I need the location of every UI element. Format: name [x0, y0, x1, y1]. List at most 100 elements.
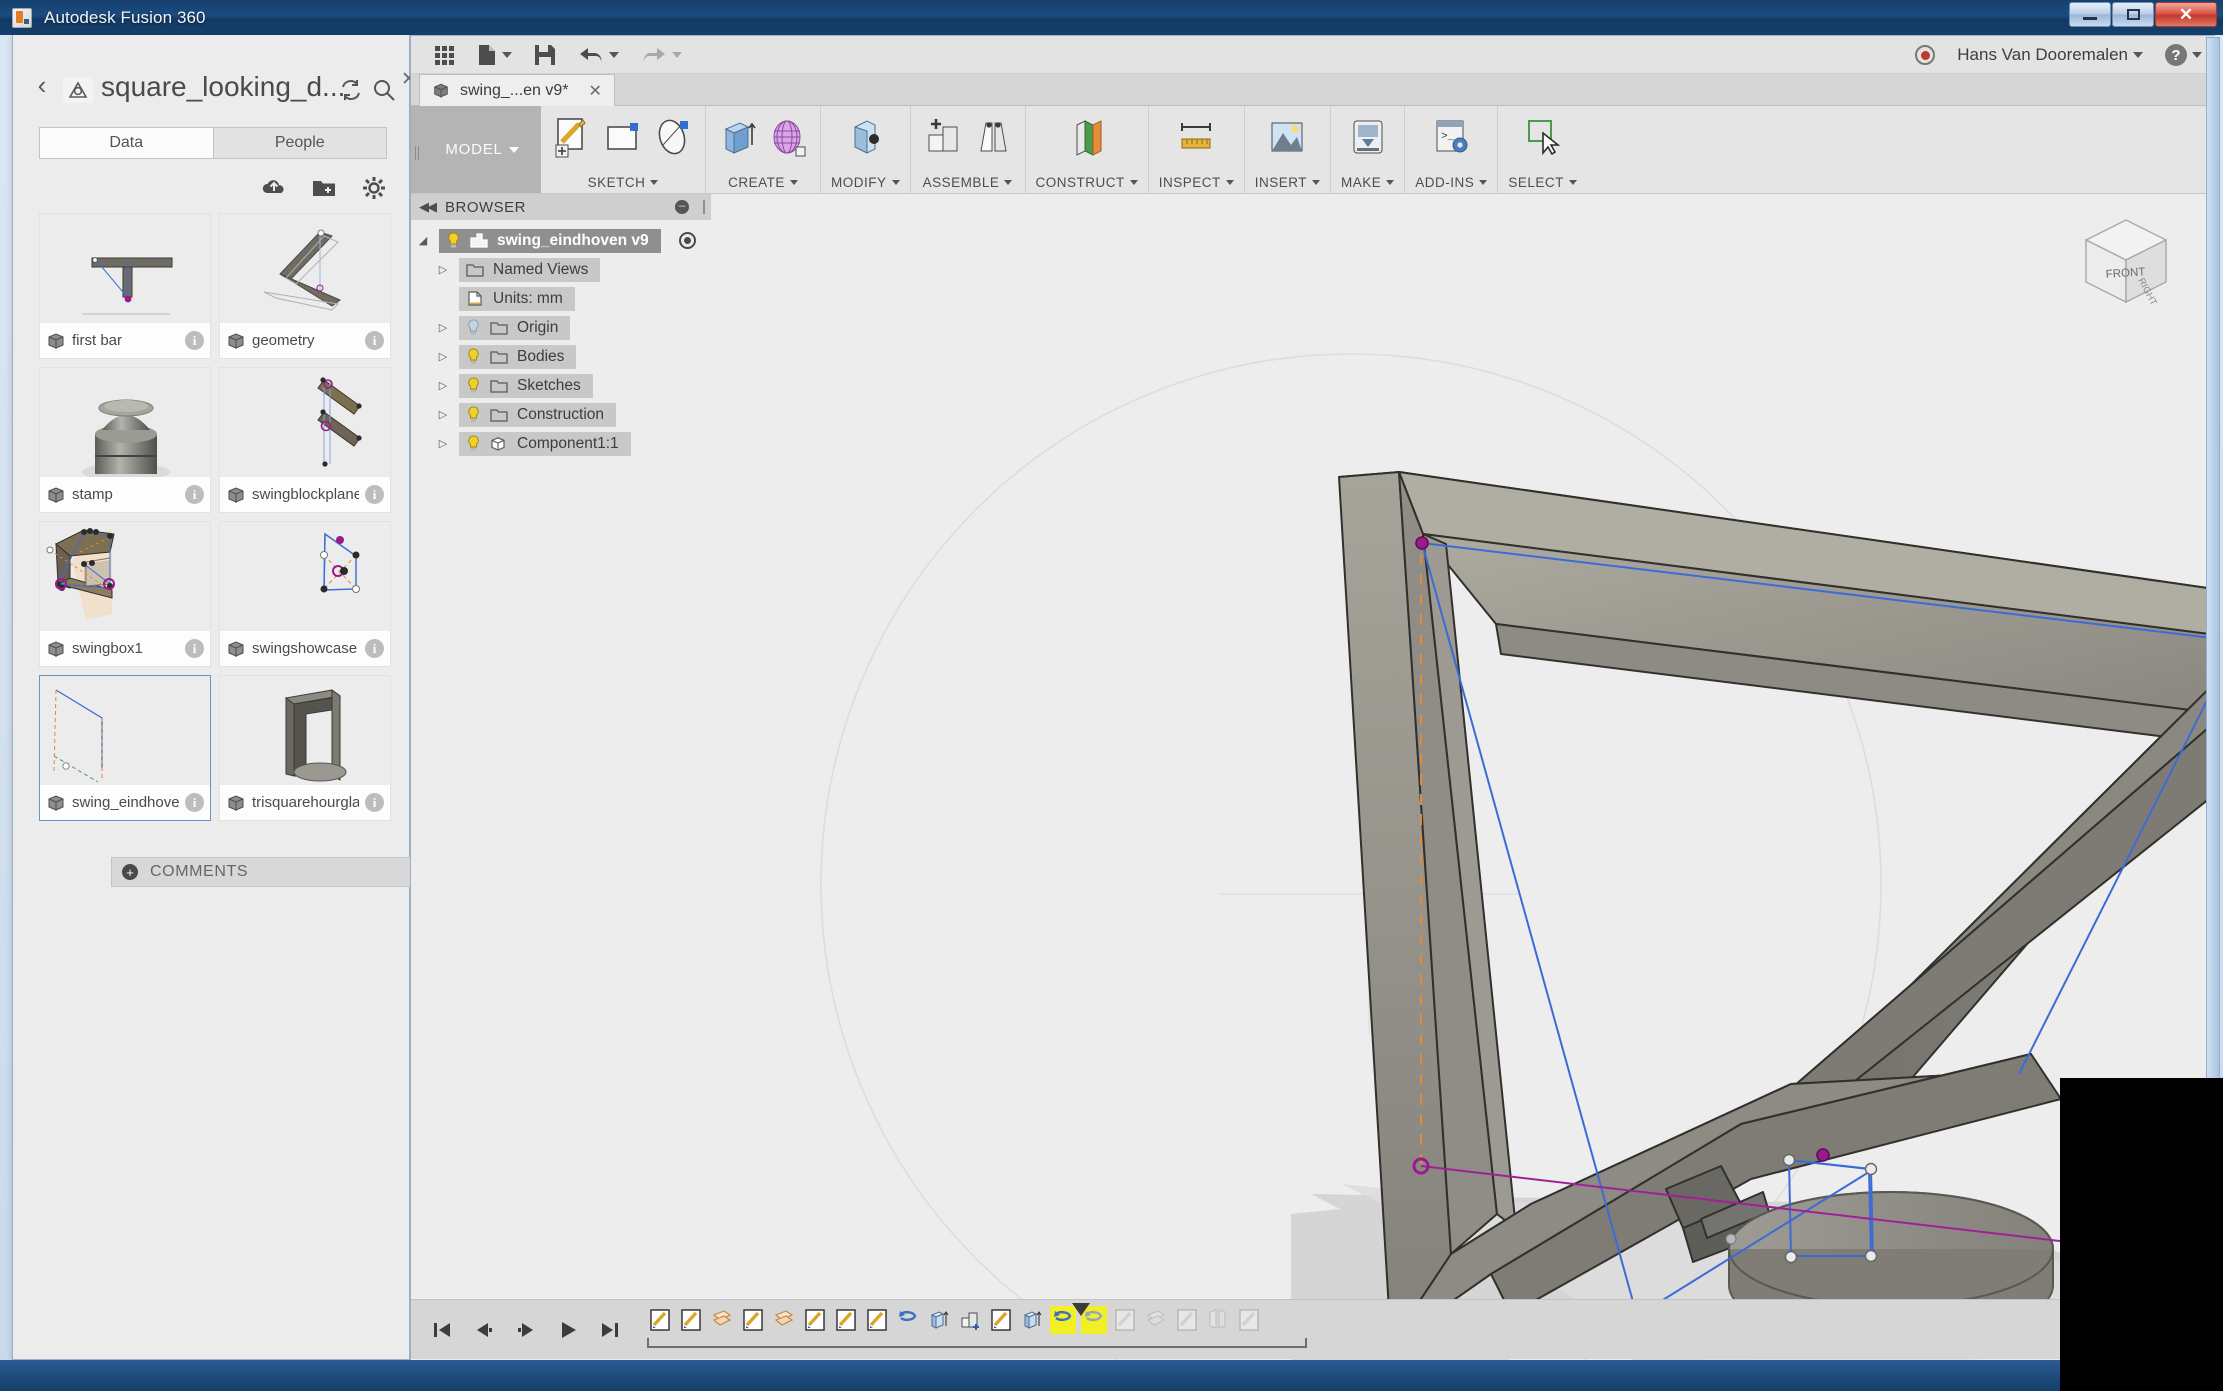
tree-node-sketches[interactable]: ▷ Sketches: [411, 371, 711, 400]
chevron-down-icon[interactable]: [1386, 180, 1395, 185]
timeline-feature-sketch[interactable]: [740, 1306, 766, 1334]
user-menu[interactable]: Hans Van Dooremalen: [1957, 45, 2143, 65]
document-tab[interactable]: swing_...en v9* ✕: [419, 74, 615, 106]
data-item-card[interactable]: swingbox1 i: [39, 521, 211, 667]
refresh-icon[interactable]: [338, 77, 364, 103]
chevron-down-icon[interactable]: [891, 180, 900, 185]
data-item-card[interactable]: trisquarehourglass i: [219, 675, 391, 821]
redo-icon[interactable]: [641, 45, 682, 65]
press-pull-icon[interactable]: [843, 112, 887, 162]
timeline-feature-sketch-suppressed[interactable]: [1112, 1306, 1138, 1334]
expand-arrow-icon[interactable]: ▷: [435, 379, 451, 392]
save-icon[interactable]: [534, 44, 556, 66]
lightbulb-on-icon[interactable]: [466, 406, 481, 423]
ribbon-panel-label[interactable]: SKETCH: [588, 175, 659, 190]
close-icon[interactable]: ✕: [589, 81, 602, 101]
tree-node-root[interactable]: ◢ swing_eindhoven v9: [411, 226, 711, 255]
tree-node-component1[interactable]: ▷ Component1:1: [411, 429, 711, 458]
timeline-feature-revolve-highlighted[interactable]: [1072, 1302, 1107, 1334]
data-item-card[interactable]: first bar i: [39, 213, 211, 359]
file-icon[interactable]: [477, 44, 512, 66]
ribbon-panel-label[interactable]: INSPECT: [1159, 175, 1234, 190]
workspace-selector[interactable]: MODEL: [423, 106, 541, 193]
play-icon[interactable]: [557, 1319, 579, 1341]
expand-arrow-icon[interactable]: ▷: [435, 408, 451, 421]
info-icon[interactable]: i: [365, 331, 384, 350]
tree-node-pill[interactable]: Named Views: [459, 257, 601, 282]
insert-mesh-icon[interactable]: [1265, 112, 1309, 162]
data-item-card-selected[interactable]: swing_eindhoven i: [39, 675, 211, 821]
window-scrollbar[interactable]: [2206, 37, 2220, 1197]
chevron-down-icon[interactable]: [1129, 180, 1138, 185]
chevron-down-icon[interactable]: [2133, 52, 2143, 58]
collapse-left-icon[interactable]: ◀◀: [419, 199, 437, 215]
info-icon[interactable]: i: [185, 639, 204, 658]
timeline-feature-plane-suppressed[interactable]: [1143, 1306, 1169, 1334]
sketch-rect-icon[interactable]: [601, 112, 645, 162]
timeline-feature-component[interactable]: [957, 1306, 983, 1334]
chevron-down-icon[interactable]: [650, 180, 659, 185]
ribbon-panel-label[interactable]: ADD-INS: [1415, 175, 1488, 190]
timeline-feature-sketch[interactable]: [678, 1306, 704, 1334]
timeline-feature-sketch-suppressed[interactable]: [1236, 1306, 1262, 1334]
timeline-feature-sketch[interactable]: [833, 1306, 859, 1334]
data-item-card[interactable]: stamp i: [39, 367, 211, 513]
tree-node-named-views[interactable]: ▷ Named Views: [411, 255, 711, 284]
ribbon-panel-label[interactable]: MODIFY: [831, 175, 900, 190]
info-icon[interactable]: i: [365, 639, 384, 658]
chevron-down-icon[interactable]: [1312, 180, 1321, 185]
tree-node-bodies[interactable]: ▷ Bodies: [411, 342, 711, 371]
expand-arrow-icon[interactable]: ▷: [435, 263, 451, 276]
lightbulb-on-icon[interactable]: [466, 348, 481, 365]
project-name[interactable]: square_looking_d...: [101, 71, 345, 103]
chevron-down-icon[interactable]: [1004, 180, 1013, 185]
measure-icon[interactable]: [1174, 112, 1218, 162]
timeline-feature-extrude[interactable]: [1019, 1306, 1045, 1334]
chevron-down-icon[interactable]: [1568, 180, 1577, 185]
plus-circle-icon[interactable]: +: [122, 864, 138, 880]
chevron-down-icon[interactable]: [1225, 180, 1234, 185]
timeline-feature-sketch[interactable]: [802, 1306, 828, 1334]
timeline-feature-mirror-suppressed[interactable]: [1205, 1306, 1231, 1334]
ribbon-grip[interactable]: [411, 106, 423, 193]
tree-node-origin[interactable]: ▷ Origin: [411, 313, 711, 342]
chevron-down-icon[interactable]: [502, 51, 512, 58]
tree-node-pill[interactable]: Origin: [459, 315, 571, 340]
record-icon[interactable]: [1915, 45, 1936, 65]
minus-circle-icon[interactable]: –: [675, 199, 689, 214]
close-icon[interactable]: ✕: [2155, 2, 2217, 27]
step-back-icon[interactable]: [473, 1319, 495, 1341]
create-sketch-icon[interactable]: [551, 112, 595, 162]
tree-node-pill[interactable]: Component1:1: [459, 431, 631, 456]
browser-grip[interactable]: [703, 200, 705, 214]
ribbon-panel-label[interactable]: ASSEMBLE: [923, 175, 1013, 190]
ribbon-panel-label[interactable]: CREATE: [728, 175, 798, 190]
minimize-icon[interactable]: [2069, 2, 2111, 27]
chevron-left-icon[interactable]: ‹: [31, 72, 53, 98]
timeline-feature-extrude[interactable]: [926, 1306, 952, 1334]
chevron-down-icon[interactable]: [2192, 52, 2202, 58]
help-icon[interactable]: ?: [2165, 44, 2187, 66]
tree-node-construction[interactable]: ▷ Construction: [411, 400, 711, 429]
joint-icon[interactable]: [971, 112, 1015, 162]
skip-start-icon[interactable]: [431, 1319, 453, 1341]
timeline-feature-sketch[interactable]: [647, 1306, 673, 1334]
tab-data[interactable]: Data: [39, 127, 213, 159]
expand-arrow-icon[interactable]: ▷: [435, 437, 451, 450]
timeline-feature-plane[interactable]: [771, 1306, 797, 1334]
chevron-down-icon[interactable]: [789, 180, 798, 185]
3d-print-icon[interactable]: [1346, 112, 1390, 162]
info-icon[interactable]: i: [365, 793, 384, 812]
timeline-marker[interactable]: [1072, 1302, 1090, 1316]
info-icon[interactable]: i: [185, 485, 204, 504]
activate-component-icon[interactable]: [678, 232, 696, 249]
expand-arrow-icon[interactable]: ▷: [435, 321, 451, 334]
lightbulb-on-icon[interactable]: [466, 377, 481, 394]
info-icon[interactable]: i: [185, 331, 204, 350]
ribbon-panel-label[interactable]: INSERT: [1255, 175, 1321, 190]
help-menu[interactable]: ?: [2165, 44, 2202, 66]
lightbulb-off-icon[interactable]: [466, 319, 481, 336]
search-icon[interactable]: [371, 77, 397, 103]
gear-icon[interactable]: [361, 175, 387, 201]
comments-bar[interactable]: + COMMENTS: [111, 857, 415, 887]
